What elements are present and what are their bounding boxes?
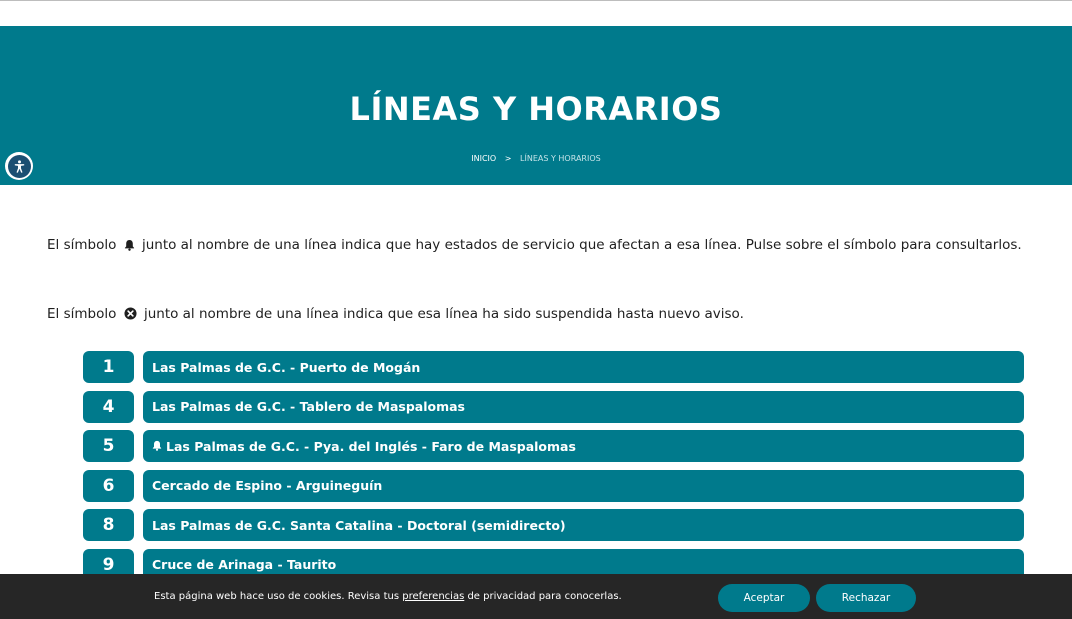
info-text-body: junto al nombre de una línea indica que …	[141, 237, 1022, 253]
bell-icon[interactable]	[152, 439, 162, 454]
bus-lines-list: 1 Las Palmas de G.C. - Puerto de Mogán 4…	[83, 351, 1024, 588]
breadcrumb-separator: >	[504, 154, 512, 163]
info-text-body: junto al nombre de una línea indica que …	[143, 306, 744, 322]
line-name-button[interactable]: Cercado de Espino - Arguineguín	[143, 469, 1024, 502]
line-number[interactable]: 8	[83, 509, 134, 541]
reject-cookies-button[interactable]: Rechazar	[816, 584, 916, 612]
bell-icon	[124, 235, 135, 260]
line-row[interactable]: 4 Las Palmas de G.C. - Tablero de Maspal…	[83, 390, 1024, 423]
top-divider	[0, 0, 1072, 1]
suspension-info: El símbolo junto al nombre de una línea …	[47, 302, 1027, 329]
cookie-banner: Esta página web hace uso de cookies. Rev…	[0, 574, 1072, 619]
breadcrumb-current: LÍNEAS Y HORARIOS	[520, 154, 601, 163]
accessibility-button[interactable]	[5, 152, 33, 180]
line-name: Cruce de Arinaga - Taurito	[152, 557, 337, 572]
line-name: Las Palmas de G.C. - Tablero de Maspalom…	[152, 399, 466, 414]
line-row[interactable]: 6 Cercado de Espino - Arguineguín	[83, 469, 1024, 502]
accept-cookies-button[interactable]: Aceptar	[718, 584, 810, 612]
breadcrumb: INICIO > LÍNEAS Y HORARIOS	[0, 154, 1072, 163]
line-name-button[interactable]: Las Palmas de G.C. Santa Catalina - Doct…	[143, 509, 1024, 541]
line-name: Las Palmas de G.C. - Puerto de Mogán	[152, 359, 421, 375]
service-alert-info: El símbolo junto al nombre de una línea …	[47, 233, 1027, 260]
info-text-prefix: El símbolo	[47, 306, 117, 322]
line-row[interactable]: 8 Las Palmas de G.C. Santa Catalina - Do…	[83, 509, 1024, 541]
line-number[interactable]: 1	[83, 351, 134, 383]
line-name: Cercado de Espino - Arguineguín	[152, 478, 383, 493]
cookie-text-before: Esta página web hace uso de cookies. Rev…	[154, 591, 403, 602]
cookie-text-after: de privacidad para conocerlas.	[464, 591, 622, 602]
line-name: Las Palmas de G.C. - Pya. del Inglés - F…	[166, 438, 576, 454]
line-row[interactable]: 5 Las Palmas de G.C. - Pya. del Inglés -…	[83, 430, 1024, 462]
info-text-prefix: El símbolo	[47, 237, 117, 253]
page-title: LÍNEAS Y HORARIOS	[349, 90, 723, 128]
line-row[interactable]: 1 Las Palmas de G.C. - Puerto de Mogán	[83, 351, 1024, 383]
cancel-icon	[124, 304, 137, 329]
line-name: Las Palmas de G.C. Santa Catalina - Doct…	[152, 517, 566, 533]
line-number[interactable]: 4	[83, 390, 134, 423]
privacy-preferences-link[interactable]: preferencias	[402, 591, 464, 602]
cookie-message: Esta página web hace uso de cookies. Rev…	[154, 591, 622, 602]
line-number[interactable]: 6	[83, 469, 134, 502]
line-name-button[interactable]: Las Palmas de G.C. - Tablero de Maspalom…	[143, 390, 1024, 423]
line-name-button[interactable]: Las Palmas de G.C. - Puerto de Mogán	[143, 351, 1024, 383]
line-name-button[interactable]: Las Palmas de G.C. - Pya. del Inglés - F…	[143, 430, 1024, 462]
breadcrumb-home-link[interactable]: INICIO	[471, 154, 496, 163]
line-number[interactable]: 5	[83, 430, 134, 462]
page-header: LÍNEAS Y HORARIOS INICIO > LÍNEAS Y HORA…	[0, 26, 1072, 185]
accessibility-icon	[7, 154, 31, 178]
